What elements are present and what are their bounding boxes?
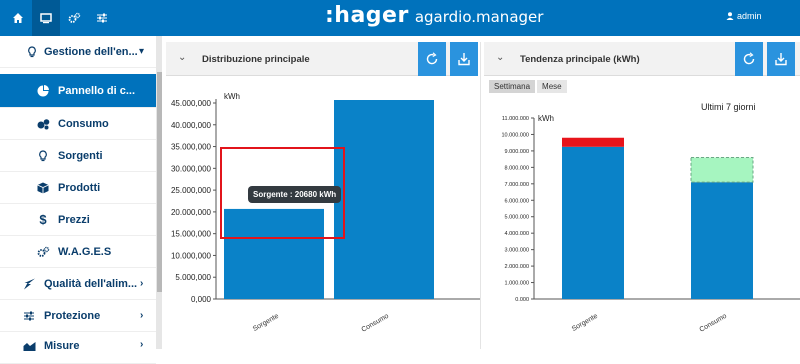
gears-icon[interactable] (60, 0, 88, 36)
sidebar-item-products[interactable]: Prodotti (0, 172, 156, 204)
home-icon[interactable] (4, 0, 32, 36)
sidebar-item-protection[interactable]: Protezione › (0, 300, 156, 332)
x-tick-label: Consumo (361, 313, 391, 334)
x-tick-label: Sorgente (252, 313, 280, 333)
y-tick-label: 45.000,000 (171, 99, 212, 108)
monitor-icon[interactable] (32, 0, 60, 36)
sidebar-scrollbar-thumb[interactable] (157, 72, 162, 292)
sidebar-item-label: Prodotti (58, 181, 101, 194)
dollar-icon: $ (39, 212, 47, 227)
y-tick-label: 0.000 (515, 297, 529, 303)
y-tick-label: 10.000.000 (501, 132, 529, 138)
sidebar-item-sources[interactable]: Sorgenti (0, 140, 156, 172)
sliders-icon[interactable] (88, 0, 116, 36)
y-tick-label: 4.000.000 (505, 231, 529, 237)
bar-sorgente-segment-1 (562, 137, 624, 147)
pie-chart-icon (36, 84, 50, 98)
panel-divider (480, 42, 481, 349)
app-logo: :hager agardio.manager (325, 3, 543, 33)
y-tick-label: 1.000.000 (505, 281, 529, 287)
y-tick-label: 0,000 (191, 295, 212, 304)
sidebar-item-label: W.A.G.E.S (58, 245, 112, 258)
chevron-down-icon: ▾ (139, 46, 145, 57)
y-tick-label: 3.000.000 (505, 248, 529, 254)
sidebar-item-label: Qualità dell'alim... (44, 277, 138, 290)
sidebar-item-label: Consumo (58, 117, 109, 130)
sidebar-item-label: Sorgenti (58, 149, 103, 162)
sidebar-item-label: Pannello di c... (58, 84, 136, 97)
cube-icon (36, 181, 50, 195)
brand-name: :hager (325, 3, 409, 28)
y-tick-label: 9.000.000 (505, 149, 529, 155)
sidebar-item-dashboard[interactable]: Pannello di c... (0, 74, 156, 108)
y-tick-label: 20.000,000 (171, 208, 212, 217)
bar-consumo-segment-0 (691, 182, 753, 299)
x-tick-label: Sorgente (571, 313, 599, 333)
user-name: admin (737, 11, 762, 21)
y-tick-label: 35.000,000 (171, 143, 212, 152)
chevron-right-icon: › (140, 339, 144, 350)
y-axis-label: kWh (538, 114, 554, 123)
sidebar-item-label: Misure (44, 340, 80, 352)
refresh-icon (743, 52, 755, 65)
sidebar-item-label: Prezzi (58, 213, 90, 226)
chevron-right-icon: › (140, 310, 144, 321)
sidebar-item-power-quality[interactable]: Qualità dell'alim... › (0, 268, 156, 300)
tab-week[interactable]: Settimana (489, 80, 536, 93)
download-icon (775, 53, 787, 66)
sidebar-item-prices[interactable]: $ Prezzi (0, 204, 156, 236)
sidebar-item-consumption[interactable]: Consumo (0, 108, 156, 140)
sliders-icon (22, 309, 36, 323)
y-tick-label: 2.000.000 (505, 264, 529, 270)
y-tick-label: 10.000,000 (171, 251, 212, 260)
sidebar-item-wages[interactable]: W.A.G.E.S (0, 236, 156, 268)
panel-title: Tendenza principale (kWh) (520, 54, 640, 65)
y-tick-label: 8.000.000 (505, 165, 529, 171)
sidebar-item-measures[interactable]: Misure › (0, 332, 156, 364)
trend-chart: kWh 0.000 1.000.000 2.000.000 3.000.000 4.000… (501, 114, 800, 334)
app-name: agardio.manager (414, 8, 544, 26)
lightning-icon (22, 277, 36, 291)
y-tick-label: 5.000,000 (175, 273, 211, 282)
y-axis-label: kWh (224, 92, 240, 101)
refresh-button[interactable] (418, 42, 446, 76)
y-tick-label: 5.000.000 (505, 215, 529, 221)
sidebar-item-label: Gestione dell'en... (44, 45, 138, 58)
chevron-down-icon[interactable]: ⌄ (178, 52, 186, 63)
user-menu[interactable]: admin (726, 11, 762, 21)
sidebar: Gestione dell'en... ▾ Pannello di c... C… (0, 36, 162, 364)
panel-title: Distribuzione principale (202, 54, 310, 65)
y-tick-label: 11.000.000 (502, 116, 529, 122)
area-chart-icon (22, 339, 36, 353)
y-tick-label: 25.000,000 (171, 186, 212, 195)
bar-sorgente-segment-0 (562, 146, 624, 299)
bubbles-icon (36, 117, 50, 131)
bar-consumo (334, 100, 434, 299)
download-icon (458, 53, 470, 66)
bulb-icon (36, 149, 50, 163)
download-button[interactable] (450, 42, 478, 76)
download-button[interactable] (767, 42, 795, 76)
chevron-down-icon[interactable]: ⌄ (496, 52, 504, 63)
sidebar-item-energy-management[interactable]: Gestione dell'en... ▾ (0, 36, 156, 68)
tab-month[interactable]: Mese (537, 80, 567, 93)
user-icon (726, 12, 734, 20)
y-tick-label: 6.000.000 (505, 198, 529, 204)
refresh-button[interactable] (735, 42, 763, 76)
y-tick-label: 30.000,000 (171, 164, 212, 173)
sidebar-item-label: Protezione (44, 309, 101, 322)
y-tick-label: 15.000,000 (171, 230, 212, 239)
refresh-icon (426, 52, 438, 65)
y-tick-label: 40.000,000 (171, 121, 212, 130)
x-tick-label: Consumo (699, 313, 729, 334)
gears-icon (36, 245, 50, 259)
top-bar: :hager agardio.manager admin (0, 0, 800, 36)
bar-consumo-segment-2 (690, 156, 754, 183)
chart-tooltip: Sorgente : 20680 kWh (248, 186, 342, 203)
chevron-right-icon: › (140, 278, 144, 289)
bulb-icon (25, 45, 39, 59)
y-tick-label: 7.000.000 (505, 182, 529, 188)
period-tabs: Settimana Mese (489, 80, 567, 93)
